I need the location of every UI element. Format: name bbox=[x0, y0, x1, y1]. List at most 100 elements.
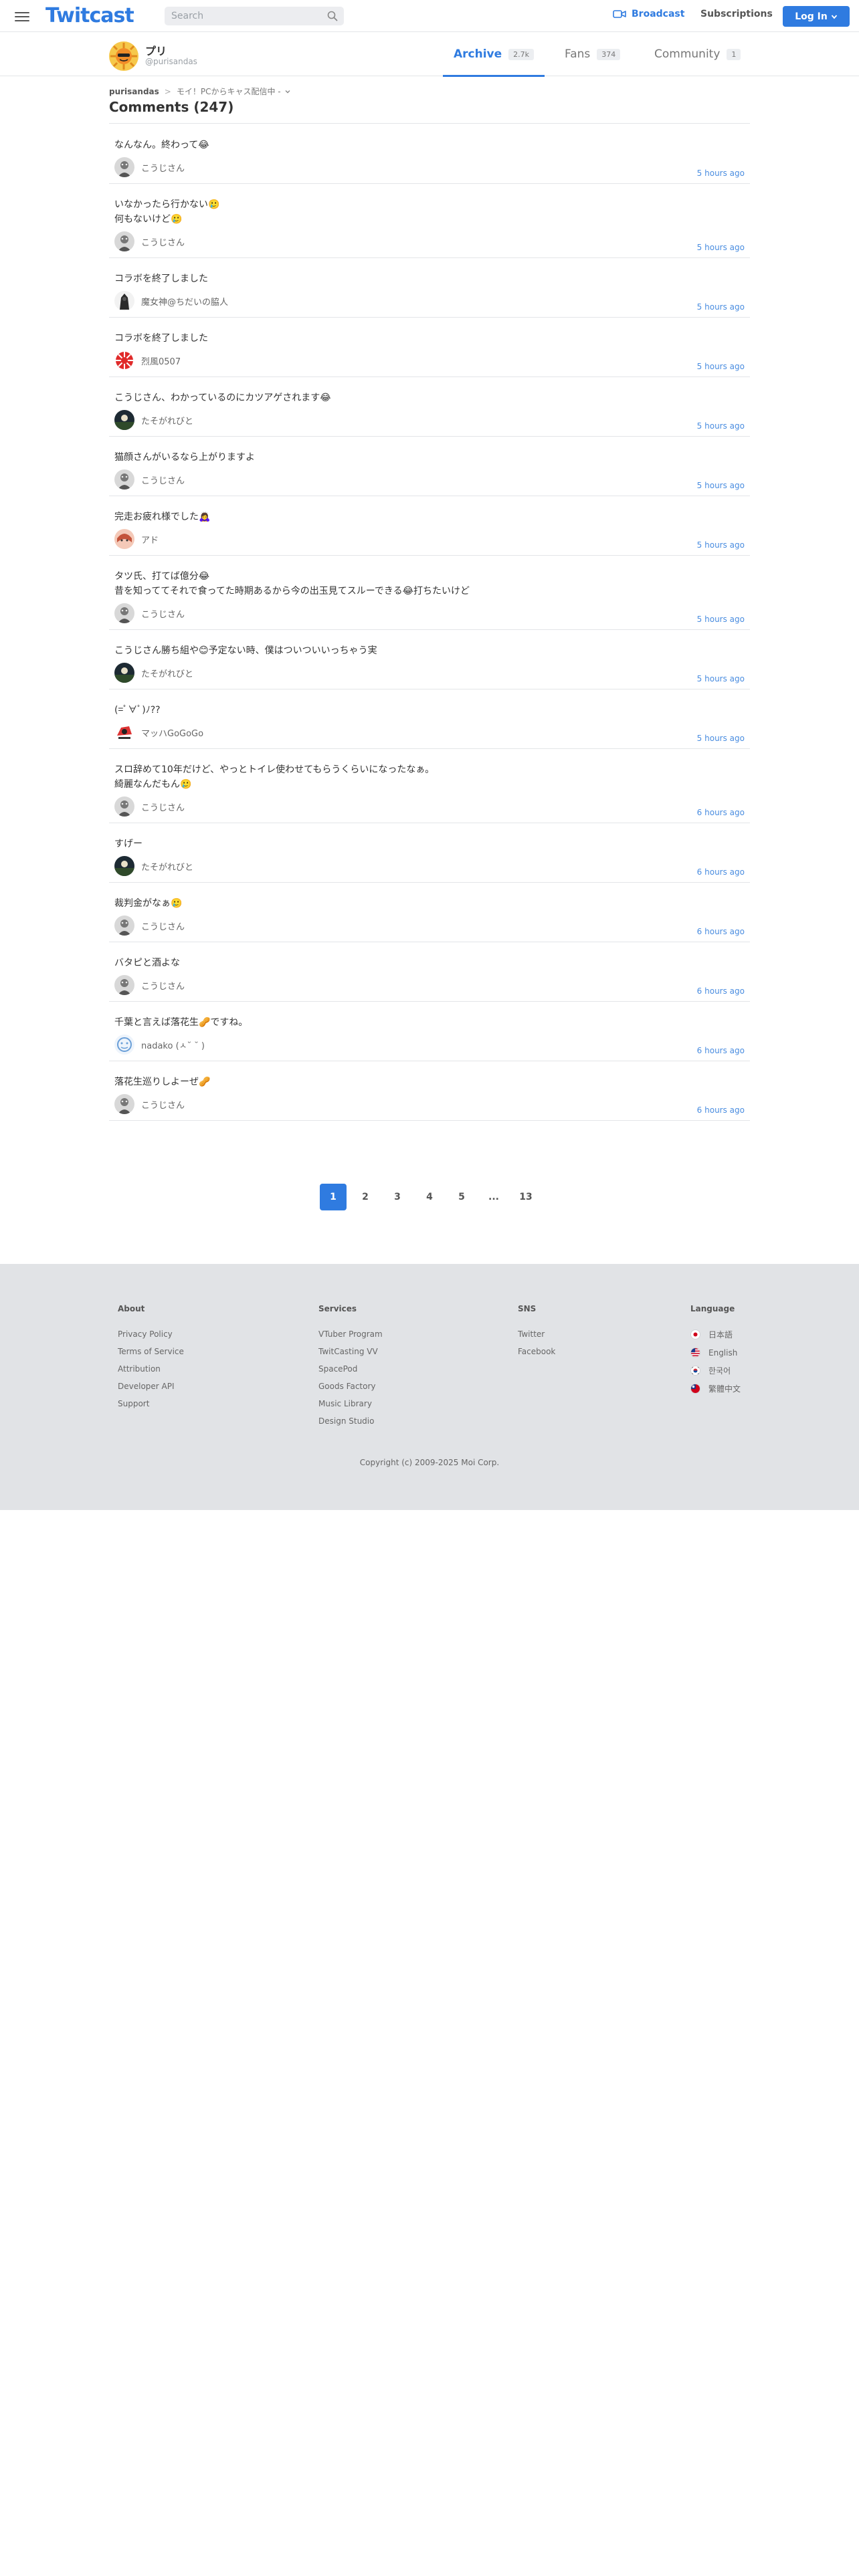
language-option-zh[interactable]: 繁體中文 bbox=[690, 1384, 741, 1394]
footer-link-design-studio[interactable]: Design Studio bbox=[318, 1416, 383, 1426]
footer-link-goods-factory[interactable]: Goods Factory bbox=[318, 1382, 383, 1391]
comment-author[interactable]: こうじさん bbox=[141, 607, 185, 620]
footer-link-spacepod[interactable]: SpacePod bbox=[318, 1364, 383, 1374]
pagination-page[interactable]: 1 bbox=[320, 1184, 347, 1210]
comment-time[interactable]: 6 hours ago bbox=[697, 808, 745, 817]
comment-time[interactable]: 6 hours ago bbox=[697, 867, 745, 877]
pagination-page[interactable]: 4 bbox=[416, 1184, 443, 1210]
search-box bbox=[165, 7, 344, 25]
comment-item: なんなん。終わって😂 こうじさん 5 hours ago bbox=[109, 124, 750, 184]
avatar[interactable] bbox=[114, 722, 134, 742]
avatar[interactable] bbox=[114, 663, 134, 683]
breadcrumb-movie[interactable]: モイ！PCからキャス配信中 - bbox=[177, 86, 281, 97]
avatar[interactable] bbox=[114, 856, 134, 876]
tab-community[interactable]: Community 1 bbox=[654, 32, 741, 76]
menu-icon[interactable] bbox=[15, 9, 29, 23]
comment-time[interactable]: 5 hours ago bbox=[697, 481, 745, 490]
avatar[interactable] bbox=[114, 603, 134, 623]
search-input[interactable] bbox=[165, 7, 318, 25]
comment-time[interactable]: 6 hours ago bbox=[697, 927, 745, 936]
footer-link-attribution[interactable]: Attribution bbox=[118, 1364, 184, 1374]
footer-link-privacy[interactable]: Privacy Policy bbox=[118, 1329, 184, 1339]
avatar[interactable] bbox=[114, 410, 134, 430]
profile-name[interactable]: プリ bbox=[145, 42, 167, 58]
comment-author[interactable]: こうじさん bbox=[141, 235, 185, 248]
avatar[interactable] bbox=[114, 231, 134, 251]
comment-time[interactable]: 5 hours ago bbox=[697, 615, 745, 624]
breadcrumb-user[interactable]: purisandas bbox=[109, 87, 159, 96]
comment-time[interactable]: 5 hours ago bbox=[697, 169, 745, 178]
twitcast-logo[interactable]: Twitcast bbox=[45, 4, 134, 27]
avatar[interactable] bbox=[114, 1094, 134, 1114]
comment-time[interactable]: 6 hours ago bbox=[697, 986, 745, 996]
footer-link-twitter[interactable]: Twitter bbox=[518, 1329, 555, 1339]
avatar[interactable] bbox=[114, 796, 134, 817]
comment-time[interactable]: 6 hours ago bbox=[697, 1046, 745, 1055]
language-option-ja[interactable]: 日本語 bbox=[690, 1329, 741, 1339]
chevron-down-icon[interactable] bbox=[285, 89, 290, 94]
comment-author[interactable]: こうじさん bbox=[141, 979, 185, 992]
avatar[interactable] bbox=[114, 157, 134, 177]
avatar[interactable] bbox=[114, 1035, 134, 1055]
comment-author[interactable]: アド bbox=[141, 533, 159, 546]
comment-time[interactable]: 5 hours ago bbox=[697, 362, 745, 371]
language-option-ko[interactable]: 한국어 bbox=[690, 1366, 741, 1376]
pagination-page[interactable]: 5 bbox=[448, 1184, 475, 1210]
subscriptions-link[interactable]: Subscriptions bbox=[700, 9, 773, 19]
broadcast-link[interactable]: Broadcast bbox=[613, 9, 684, 19]
comment-list: なんなん。終わって😂 こうじさん 5 hours ago いなかったら行かない🥲 何も… bbox=[109, 124, 750, 1121]
comment-item: 裁判金がなぁ🥲 こうじさん 6 hours ago bbox=[109, 883, 750, 942]
comment-time[interactable]: 5 hours ago bbox=[697, 421, 745, 431]
comment-author[interactable]: 魔女神@ちだいの脇人 bbox=[141, 295, 228, 308]
pagination-page[interactable]: 3 bbox=[384, 1184, 411, 1210]
comment-author[interactable]: たそがれびと bbox=[141, 860, 193, 873]
footer-link-twitcasting-vv[interactable]: TwitCasting VV bbox=[318, 1347, 383, 1356]
tab-fans[interactable]: Fans 374 bbox=[565, 32, 621, 76]
comment-time[interactable]: 5 hours ago bbox=[697, 734, 745, 743]
pagination-page[interactable]: 13 bbox=[512, 1184, 539, 1210]
comment-time[interactable]: 5 hours ago bbox=[697, 243, 745, 252]
comment-author[interactable]: マッハGoGoGo bbox=[141, 726, 203, 739]
comment-author[interactable]: 烈風0507 bbox=[141, 354, 181, 367]
comment-author[interactable]: nadako (ㅅ˘ ˘ ) bbox=[141, 1039, 205, 1051]
login-button[interactable]: Log In bbox=[783, 6, 850, 27]
footer-link-facebook[interactable]: Facebook bbox=[518, 1347, 555, 1356]
comment-time[interactable]: 5 hours ago bbox=[697, 674, 745, 683]
comment-author[interactable]: たそがれびと bbox=[141, 667, 193, 679]
footer-link-music-library[interactable]: Music Library bbox=[318, 1399, 383, 1408]
tab-archive[interactable]: Archive 2.7k bbox=[443, 32, 545, 77]
pagination-page[interactable]: 2 bbox=[352, 1184, 379, 1210]
footer-link-terms[interactable]: Terms of Service bbox=[118, 1347, 184, 1356]
avatar[interactable] bbox=[114, 529, 134, 549]
comment-time[interactable]: 5 hours ago bbox=[697, 302, 745, 312]
comment-author[interactable]: こうじさん bbox=[141, 800, 185, 813]
avatar[interactable] bbox=[114, 350, 134, 370]
camera-icon bbox=[613, 10, 626, 18]
footer-link-vtuber[interactable]: VTuber Program bbox=[318, 1329, 383, 1339]
footer-about: About Privacy Policy Terms of Service At… bbox=[118, 1304, 184, 1416]
comment-text: 千葉と言えば落花生🥜ですね。 bbox=[114, 1017, 248, 1028]
language-option-en[interactable]: English bbox=[690, 1348, 741, 1358]
comment-time[interactable]: 6 hours ago bbox=[697, 1105, 745, 1115]
avatar[interactable] bbox=[114, 975, 134, 995]
profile-bar: プリ @purisandas Archive 2.7k Fans 374 Com… bbox=[0, 32, 859, 77]
footer-heading: About bbox=[118, 1304, 145, 1313]
avatar[interactable] bbox=[114, 469, 134, 490]
search-icon[interactable] bbox=[327, 11, 338, 21]
comment-author[interactable]: こうじさん bbox=[141, 920, 185, 932]
comment-author[interactable]: こうじさん bbox=[141, 473, 185, 486]
comment-author[interactable]: たそがれびと bbox=[141, 414, 193, 427]
avatar[interactable] bbox=[114, 916, 134, 936]
comment-author[interactable]: こうじさん bbox=[141, 1098, 185, 1111]
avatar[interactable] bbox=[114, 291, 134, 311]
footer-link-support[interactable]: Support bbox=[118, 1399, 184, 1408]
profile-avatar[interactable] bbox=[109, 41, 138, 71]
comment-time[interactable]: 5 hours ago bbox=[697, 540, 745, 550]
comment-author[interactable]: こうじさん bbox=[141, 161, 185, 174]
footer-language: Language 日本語 English 한국어 繁體中文 bbox=[690, 1304, 741, 1402]
footer-link-developer-api[interactable]: Developer API bbox=[118, 1382, 184, 1391]
comment-meta: こうじさん bbox=[114, 603, 745, 624]
